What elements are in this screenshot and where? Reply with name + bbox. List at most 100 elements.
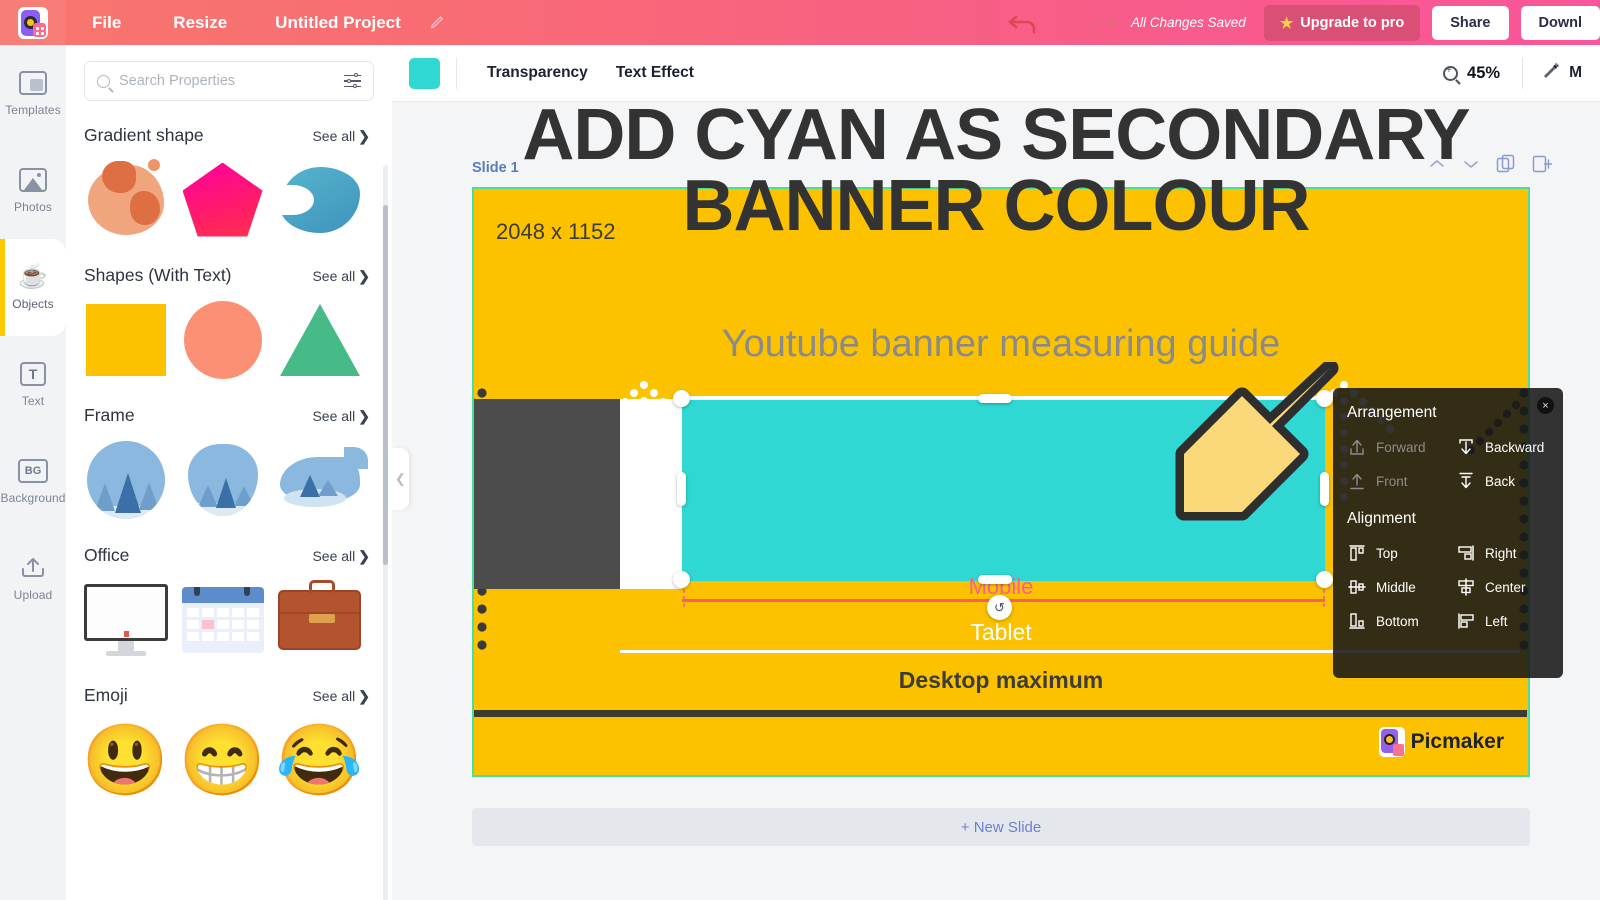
upgrade-label: Upgrade to pro	[1300, 14, 1405, 31]
search-input[interactable]: Search Properties	[119, 73, 335, 89]
resize-menu[interactable]: Resize	[147, 0, 253, 45]
canvas-toolbar: Transparency Text Effect 45% M	[392, 45, 1600, 102]
resize-handle-top-center[interactable]	[978, 394, 1012, 403]
fill-color-swatch[interactable]	[409, 57, 440, 89]
thumb-salmon-circle[interactable]	[181, 298, 264, 381]
sidebar-item-background[interactable]: BG Background	[0, 433, 66, 530]
properties-scrollbar[interactable]	[383, 205, 388, 565]
thumb-grinning-face[interactable]: 😃	[82, 718, 169, 801]
tears-of-joy-face-icon: 😂	[275, 720, 364, 799]
thumb-monitor[interactable]	[83, 578, 168, 661]
new-slide-label: + New Slide	[960, 818, 1042, 836]
alignment-section-title: Alignment	[1347, 510, 1416, 527]
sidebar-item-upload[interactable]: Upload	[0, 530, 66, 627]
templates-icon	[19, 70, 47, 95]
align-top-label: Top	[1376, 545, 1398, 561]
ghost-title-text[interactable]: Youtube banner measuring guide	[474, 317, 1528, 372]
dimension-label: 2048 x 1152	[496, 219, 616, 244]
align-center-icon	[1456, 577, 1476, 597]
resize-handle-middle-right[interactable]	[1320, 472, 1329, 506]
see-all-shapes-with-text[interactable]: See all ❯	[312, 268, 370, 285]
arrange-front-item[interactable]: Front	[1339, 466, 1448, 496]
align-left-item[interactable]: Left	[1448, 606, 1557, 636]
thumb-green-triangle[interactable]	[278, 298, 361, 381]
align-right-item[interactable]: Right	[1448, 538, 1557, 568]
resize-handle-bottom-center[interactable]	[978, 575, 1012, 584]
chevron-down-icon[interactable]	[1462, 157, 1480, 171]
thumb-yellow-square[interactable]	[84, 298, 167, 381]
zoom-control[interactable]: 45%	[1421, 64, 1522, 83]
app-logo[interactable]	[0, 0, 66, 45]
sidebar-label-objects: Objects	[12, 296, 54, 311]
share-button[interactable]: Share	[1432, 5, 1509, 40]
sidebar-item-objects[interactable]: ☕ Objects	[0, 239, 66, 336]
picmaker-watermark-label: Picmaker	[1410, 730, 1504, 753]
transparency-button[interactable]: Transparency	[473, 64, 602, 82]
selected-cyan-rectangle[interactable]	[682, 400, 1325, 581]
close-icon[interactable]: ×	[1537, 397, 1554, 414]
arrange-forward-label: Forward	[1376, 439, 1426, 455]
thumb-gradient-blob[interactable]	[84, 158, 167, 241]
thumb-gradient-bean[interactable]	[277, 158, 361, 241]
search-properties-box[interactable]: Search Properties	[84, 61, 374, 101]
bring-to-front-icon	[1347, 471, 1367, 491]
project-title[interactable]: Untitled Project	[253, 0, 423, 45]
sidebar-item-templates[interactable]: Templates	[0, 45, 66, 142]
file-menu[interactable]: File	[66, 0, 147, 45]
sidebar-label-templates: Templates	[5, 102, 61, 117]
section-title: Office	[84, 545, 130, 565]
download-button[interactable]: Downl	[1520, 5, 1600, 40]
chevron-up-icon[interactable]	[1428, 157, 1446, 171]
undo-icon[interactable]	[1007, 10, 1041, 36]
resize-handle-bottom-right[interactable]	[1316, 571, 1333, 588]
thumb-briefcase[interactable]	[278, 578, 361, 661]
redo-icon[interactable]	[1085, 10, 1119, 36]
text-effect-button[interactable]: Text Effect	[602, 64, 708, 82]
thumb-tears-of-joy-face[interactable]: 😂	[275, 718, 364, 801]
resize-handle-top-left[interactable]	[673, 390, 690, 407]
arrangement-panel: × Arrangement Forward Backward Front Bac…	[1333, 388, 1563, 678]
upload-icon	[18, 556, 48, 580]
see-all-gradient-shape[interactable]: See all ❯	[312, 128, 370, 145]
thumb-smiling-eyes-face[interactable]: 😁	[179, 718, 266, 801]
arrange-back-item[interactable]: Back	[1448, 466, 1557, 496]
sidebar-label-photos: Photos	[14, 199, 52, 214]
collapse-panel-handle[interactable]: ❮	[392, 448, 409, 510]
resize-handle-top-right[interactable]	[1316, 390, 1333, 407]
upgrade-to-pro-button[interactable]: ★ Upgrade to pro	[1263, 4, 1421, 41]
align-top-item[interactable]: Top	[1339, 538, 1448, 568]
see-all-emoji[interactable]: See all ❯	[312, 688, 370, 705]
sidebar-item-text[interactable]: T Text	[0, 336, 66, 433]
add-slide-icon[interactable]	[1532, 154, 1552, 174]
resize-handle-bottom-left[interactable]	[673, 571, 690, 588]
new-slide-button[interactable]: + New Slide	[472, 808, 1530, 846]
thumb-calendar[interactable]	[181, 578, 264, 661]
see-all-office[interactable]: See all ❯	[312, 548, 370, 565]
section-title: Gradient shape	[84, 125, 204, 145]
magic-wand-icon	[1541, 61, 1561, 86]
align-middle-item[interactable]: Middle	[1339, 572, 1448, 602]
sliders-icon[interactable]	[344, 73, 361, 89]
save-status: All Changes Saved	[1130, 15, 1246, 30]
duplicate-slide-icon[interactable]	[1496, 154, 1516, 174]
rotate-handle[interactable]: ↺	[987, 595, 1012, 620]
thumb-forest-circle-frame[interactable]	[84, 438, 167, 521]
align-right-icon	[1456, 543, 1476, 563]
align-center-item[interactable]: Center	[1448, 572, 1557, 602]
sidebar-item-photos[interactable]: Photos	[0, 142, 66, 239]
magic-label: M	[1569, 64, 1582, 81]
thumb-whale-frame[interactable]	[278, 438, 368, 521]
magic-button[interactable]: M	[1522, 57, 1600, 89]
thumb-gradient-pentagon[interactable]	[181, 158, 264, 241]
thumb-apple-frame[interactable]	[181, 438, 264, 521]
picmaker-logo-icon	[18, 6, 48, 39]
align-bottom-item[interactable]: Bottom	[1339, 606, 1448, 636]
see-all-frame[interactable]: See all ❯	[312, 408, 370, 425]
section-row-shapes-with-text	[66, 294, 392, 387]
section-row-emoji: 😃 😁 😂	[66, 714, 392, 807]
resize-handle-middle-left[interactable]	[677, 472, 686, 506]
arrange-forward-item[interactable]: Forward	[1339, 432, 1448, 462]
arrange-backward-item[interactable]: Backward	[1448, 432, 1557, 462]
align-center-label: Center	[1485, 579, 1526, 595]
pencil-icon[interactable]	[423, 12, 452, 33]
